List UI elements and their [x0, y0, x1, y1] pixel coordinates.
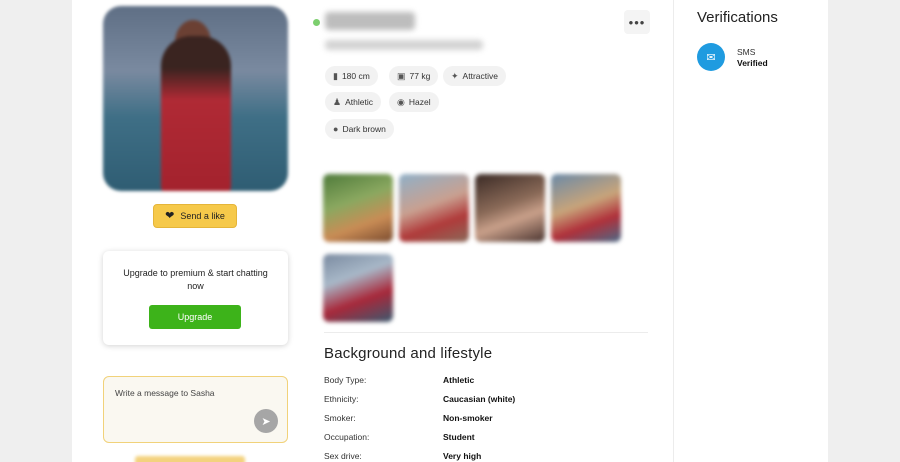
attribute-weight: ▣ 77 kg: [389, 66, 439, 86]
detail-row: Sex drive: Very high: [324, 451, 654, 462]
background-section-title: Background and lifestyle: [324, 345, 493, 362]
go-to-conversation-link[interactable]: [135, 456, 245, 462]
attribute-label: Dark brown: [342, 124, 386, 134]
detail-value: Non-smoker: [443, 413, 493, 423]
upgrade-button[interactable]: Upgrade: [149, 305, 241, 329]
ruler-icon: ▮: [333, 70, 338, 81]
verification-status: Verified: [737, 58, 768, 68]
detail-row: Ethnicity: Caucasian (white): [324, 394, 654, 408]
detail-row: Body Type: Athletic: [324, 375, 654, 389]
main-profile-photo[interactable]: [103, 6, 288, 191]
photo-thumbnail[interactable]: [323, 174, 393, 242]
more-options-button[interactable]: •••: [624, 10, 650, 34]
detail-key: Body Type:: [324, 375, 367, 385]
upgrade-message: Upgrade to premium & start chatting now: [123, 268, 268, 291]
photo-thumbnail[interactable]: [475, 174, 545, 242]
body-icon: ♟: [333, 96, 342, 107]
send-like-label: Send a like: [180, 211, 225, 221]
photo-figure: [161, 36, 231, 191]
detail-key: Occupation:: [324, 432, 370, 442]
detail-value: Very high: [443, 451, 482, 461]
attribute-label: 77 kg: [409, 71, 431, 81]
attribute-attractiveness: ✦ Attractive: [443, 66, 506, 86]
scale-icon: ▣: [397, 70, 406, 81]
attribute-label: Hazel: [408, 97, 431, 107]
heart-icon: ❤: [165, 209, 175, 222]
detail-key: Ethnicity:: [324, 394, 359, 404]
detail-value: Athletic: [443, 375, 475, 385]
profile-name-blurred: [325, 12, 415, 30]
message-input[interactable]: Write a message to Sasha ➤: [103, 376, 288, 443]
eye-icon: ◉: [397, 96, 405, 107]
detail-value: Student: [443, 432, 475, 442]
sparkle-icon: ✦: [451, 70, 459, 81]
sms-icon: ✉: [697, 43, 725, 71]
attribute-hair: ● Dark brown: [325, 119, 394, 139]
photo-thumbnail[interactable]: [399, 174, 469, 242]
attribute-label: Attractive: [462, 71, 498, 81]
verification-label: SMS: [737, 47, 756, 57]
attribute-height: ▮ 180 cm: [325, 66, 378, 86]
section-divider: [324, 332, 648, 333]
hair-icon: ●: [333, 124, 339, 134]
send-like-button[interactable]: ❤ Send a like: [153, 204, 237, 228]
attribute-label: 180 cm: [341, 71, 370, 81]
attribute-eyes: ◉ Hazel: [389, 92, 439, 112]
online-status-dot: [313, 19, 320, 26]
detail-key: Smoker:: [324, 413, 356, 423]
message-placeholder: Write a message to Sasha: [115, 388, 215, 398]
attribute-body: ♟ Athletic: [325, 92, 381, 112]
attribute-label: Athletic: [345, 97, 373, 107]
upgrade-card: Upgrade to premium & start chatting now …: [103, 251, 288, 345]
column-divider: [673, 0, 674, 462]
detail-key: Sex drive:: [324, 451, 362, 461]
profile-location-blurred: [325, 40, 483, 50]
detail-value: Caucasian (white): [443, 394, 516, 404]
more-dots-icon: •••: [628, 14, 646, 30]
photo-thumbnail[interactable]: [551, 174, 621, 242]
photo-thumbnail[interactable]: [323, 254, 393, 322]
detail-row: Occupation: Student: [324, 432, 654, 446]
detail-row: Smoker: Non-smoker: [324, 413, 654, 427]
verifications-title: Verifications: [697, 9, 778, 26]
send-icon[interactable]: ➤: [254, 409, 278, 433]
